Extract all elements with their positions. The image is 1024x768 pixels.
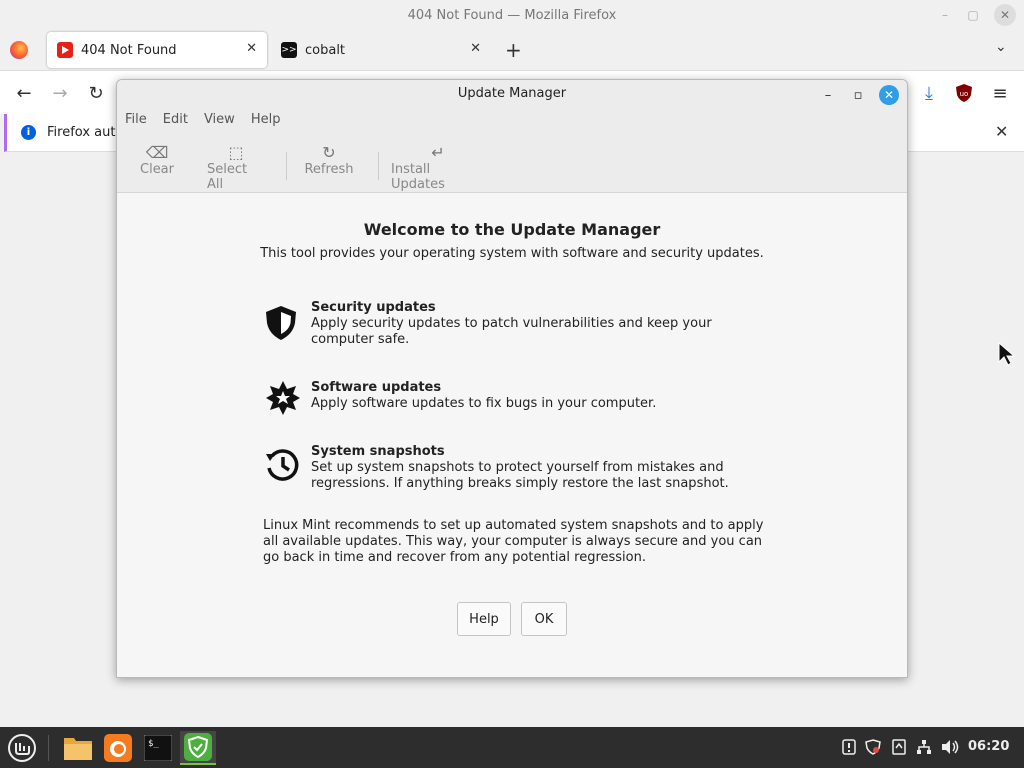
update-manager-title: Update Manager xyxy=(457,86,567,101)
notification-tray-icon[interactable] xyxy=(839,737,859,757)
notification-text: Firefox auto xyxy=(47,125,124,140)
feature-title: Security updates xyxy=(311,300,436,315)
menu-file[interactable]: File xyxy=(117,112,155,132)
svg-text:$_: $_ xyxy=(148,739,159,749)
terminal-icon[interactable]: $_ xyxy=(140,731,176,765)
update-manager-header: Update Manager – ▫ ✕ File Edit View Help… xyxy=(117,80,907,193)
minimize-icon[interactable]: – xyxy=(817,84,839,106)
minimize-icon[interactable]: – xyxy=(934,4,956,26)
install-updates-label: Install Updates xyxy=(391,162,445,192)
toolbar-separator xyxy=(286,152,287,180)
firefox-taskbar-icon[interactable] xyxy=(100,731,136,765)
feature-system-snapshots: System snapshots Set up system snapshots… xyxy=(263,444,763,494)
firefox-menu-icon[interactable] xyxy=(10,41,28,59)
youtube-icon xyxy=(57,42,73,58)
files-icon[interactable] xyxy=(60,731,96,765)
clear-icon: ⌫ xyxy=(145,142,169,162)
taskbar: $_ 06:20 xyxy=(0,727,1024,768)
welcome-page: Welcome to the Update Manager This tool … xyxy=(117,194,907,677)
welcome-title: Welcome to the Update Manager xyxy=(363,220,661,239)
star-badge-icon xyxy=(263,380,303,420)
refresh-label: Refresh xyxy=(304,162,354,177)
maximize-icon[interactable]: ▫ xyxy=(847,84,869,106)
menu-help[interactable]: Help xyxy=(243,112,289,132)
ublock-icon[interactable]: uo xyxy=(952,81,976,105)
taskbar-separator xyxy=(48,735,49,761)
feature-software-updates: Software updates Apply software updates … xyxy=(263,380,763,420)
recommendation-text: Linux Mint recommends to set up automate… xyxy=(263,518,764,565)
install-icon: ↵ xyxy=(431,142,445,162)
toolbar-separator xyxy=(378,152,379,180)
back-icon[interactable]: ← xyxy=(12,81,36,105)
tab-label: cobalt xyxy=(305,42,346,58)
svg-text:uo: uo xyxy=(960,90,969,98)
close-tab-icon[interactable]: ✕ xyxy=(470,41,481,56)
history-icon xyxy=(263,444,303,484)
close-notification-icon[interactable]: ✕ xyxy=(995,122,1008,141)
select-all-label: Select All xyxy=(207,162,248,192)
tab-404-not-found[interactable]: 404 Not Found ✕ xyxy=(47,32,267,68)
install-updates-button[interactable]: ↵ Install Updates xyxy=(391,142,485,193)
close-icon[interactable]: ✕ xyxy=(879,85,899,105)
clear-label: Clear xyxy=(140,162,174,177)
shield-icon xyxy=(263,300,303,340)
update-shield-tray-icon[interactable] xyxy=(863,737,883,757)
firefox-titlebar: 404 Not Found — Mozilla Firefox xyxy=(0,0,1024,30)
mint-menu-icon[interactable] xyxy=(4,731,40,765)
menu-view[interactable]: View xyxy=(196,112,243,132)
refresh-icon: ↻ xyxy=(322,142,336,162)
feature-description: Apply security updates to patch vulnerab… xyxy=(311,316,712,347)
mouse-cursor-icon xyxy=(998,341,1016,370)
select-all-icon: ⬚ xyxy=(228,142,244,162)
menu-bar: File Edit View Help xyxy=(117,112,288,132)
clear-button[interactable]: ⌫ Clear xyxy=(140,142,174,178)
tab-bar: 404 Not Found ✕ >> cobalt ✕ + ⌄ xyxy=(0,30,1024,70)
feature-security-updates: Security updates Apply security updates … xyxy=(263,300,763,350)
feature-description: Set up system snapshots to protect yours… xyxy=(311,460,729,491)
list-tabs-icon[interactable]: ⌄ xyxy=(995,39,1007,55)
clipboard-tray-icon[interactable] xyxy=(889,737,909,757)
new-tab-icon[interactable]: + xyxy=(505,38,522,62)
ok-button[interactable]: OK xyxy=(521,602,567,636)
close-window-icon[interactable]: ✕ xyxy=(994,4,1016,26)
feature-title: System snapshots xyxy=(311,444,445,459)
close-tab-icon[interactable]: ✕ xyxy=(246,41,257,56)
help-button[interactable]: Help xyxy=(457,602,511,636)
downloads-icon[interactable]: ⤓ xyxy=(917,81,941,105)
update-manager-window: Update Manager – ▫ ✕ File Edit View Help… xyxy=(116,79,908,678)
info-icon: i xyxy=(21,125,36,140)
feature-description: Apply software updates to fix bugs in yo… xyxy=(311,396,657,411)
refresh-button[interactable]: ↻ Refresh xyxy=(304,142,354,178)
reload-icon[interactable]: ↻ xyxy=(84,81,108,105)
forward-icon[interactable]: → xyxy=(48,81,72,105)
tab-label: 404 Not Found xyxy=(81,42,177,58)
update-manager-taskbar-icon[interactable] xyxy=(180,731,216,765)
tab-cobalt[interactable]: >> cobalt ✕ xyxy=(271,32,491,68)
menu-edit[interactable]: Edit xyxy=(155,112,196,132)
terminal-prompt-icon: >> xyxy=(281,42,297,58)
firefox-window-title: 404 Not Found — Mozilla Firefox xyxy=(407,7,617,23)
clock[interactable]: 06:20 xyxy=(968,739,1009,754)
welcome-subtitle: This tool provides your operating system… xyxy=(260,246,764,261)
network-tray-icon[interactable] xyxy=(914,737,934,757)
maximize-icon[interactable]: ▢ xyxy=(962,4,984,26)
volume-tray-icon[interactable] xyxy=(940,737,960,757)
select-all-button[interactable]: ⬚ Select All xyxy=(207,142,265,193)
feature-title: Software updates xyxy=(311,380,442,395)
hamburger-menu-icon[interactable]: ≡ xyxy=(988,81,1012,105)
